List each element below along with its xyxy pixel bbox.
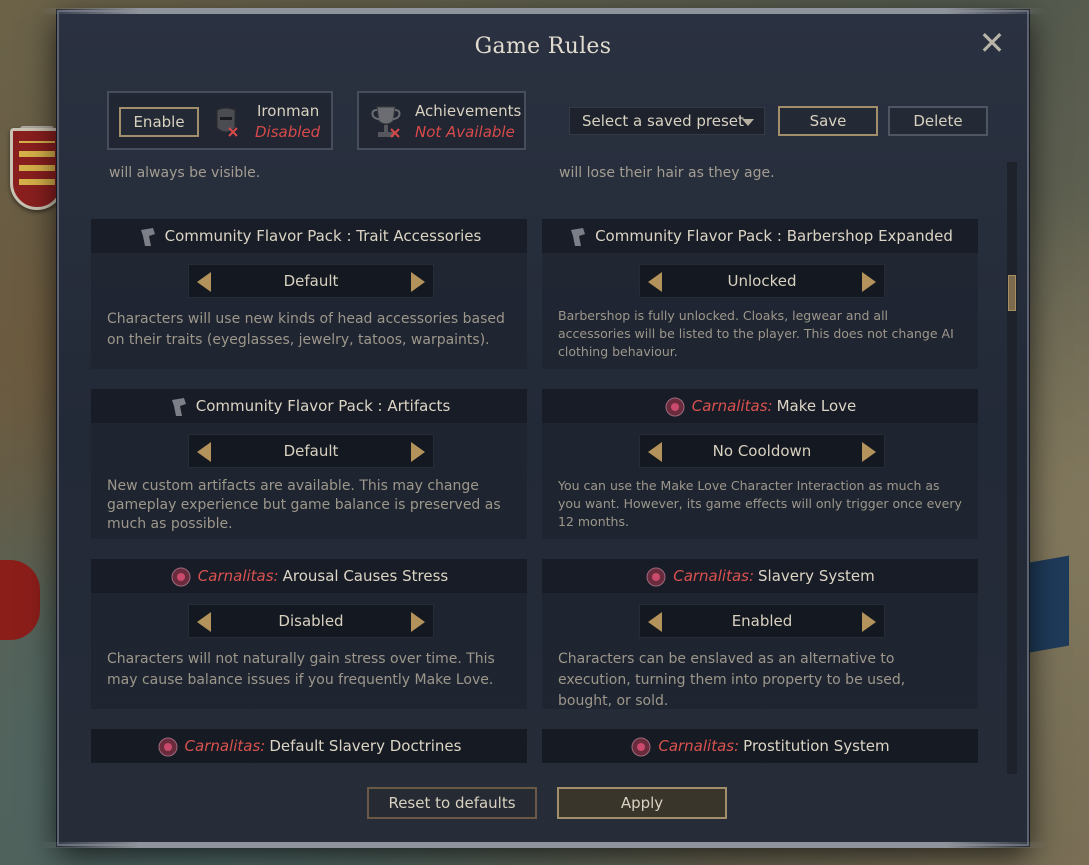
achievements-status: Not Available [415, 123, 515, 141]
rule-title: Community Flavor Pack : Barbershop Expan… [542, 219, 978, 253]
arrow-right-icon[interactable] [411, 612, 425, 632]
window-title: Game Rules [474, 34, 612, 59]
rule-value: Enabled [731, 612, 793, 630]
coat-of-arms-icon[interactable] [10, 128, 64, 210]
rule-title-text: Community Flavor Pack : Artifacts [195, 397, 451, 415]
flavor-pack-icon [140, 227, 155, 246]
rule-mod-prefix: Carnalitas: [197, 567, 279, 585]
rule-title: Carnalitas: Arousal Causes Stress [91, 559, 527, 593]
chevron-down-icon [742, 119, 754, 126]
close-button[interactable]: ✕ [977, 27, 1007, 59]
cut-off-description: will lose their hair as they age. [559, 165, 775, 181]
enable-ironman-button[interactable]: Enable [119, 107, 199, 137]
rule-value-stepper: Default [188, 264, 434, 298]
arrow-left-icon[interactable] [648, 442, 662, 462]
rule-mod-prefix: Carnalitas: [691, 397, 773, 415]
arrow-right-icon[interactable] [862, 442, 876, 462]
rule-description: New custom artifacts are available. This… [107, 478, 501, 532]
rule-mod-prefix: Carnalitas: [673, 567, 755, 585]
ironman-label: Ironman [257, 102, 320, 120]
arrow-right-icon[interactable] [411, 442, 425, 462]
rule-mod-prefix: Carnalitas: [658, 737, 740, 755]
delete-preset-button[interactable]: Delete [888, 106, 988, 136]
rule-title-text: Default Slavery Doctrines [269, 737, 462, 755]
save-preset-button[interactable]: Save [778, 106, 878, 136]
apply-button[interactable]: Apply [557, 787, 727, 819]
arrow-left-icon[interactable] [648, 612, 662, 632]
arrow-left-icon[interactable] [197, 442, 211, 462]
rule-value: Disabled [278, 612, 344, 630]
arrow-right-icon[interactable] [411, 272, 425, 292]
scrollbar-thumb[interactable] [1008, 275, 1016, 311]
rule-title: Carnalitas: Make Love [542, 389, 978, 423]
rule-title-text: Prostitution System [743, 737, 890, 755]
rule-description: Characters can be enslaved as an alterna… [558, 651, 906, 709]
rule-title-text: Make Love [776, 397, 857, 415]
rule-arousal-causes-stress: Carnalitas: Arousal Causes Stress Disable… [91, 559, 527, 709]
preset-dropdown[interactable]: Select a saved preset [569, 107, 765, 135]
reset-to-defaults-button[interactable]: Reset to defaults [367, 787, 537, 819]
rule-value-stepper: No Cooldown [639, 434, 885, 468]
rule-value: Default [283, 442, 339, 460]
arrow-left-icon[interactable] [197, 612, 211, 632]
ironman-panel: Enable Ironman Disabled [107, 91, 333, 150]
arrow-right-icon[interactable] [862, 612, 876, 632]
carnalitas-icon [158, 737, 178, 756]
achievements-panel: Achievements Not Available [357, 91, 526, 150]
rule-mod-prefix: Carnalitas: [184, 737, 266, 755]
rule-slavery-system: Carnalitas: Slavery System Enabled Charac… [542, 559, 978, 709]
rule-value: No Cooldown [712, 442, 812, 460]
rule-description: Characters will not naturally gain stres… [107, 651, 495, 688]
rule-barbershop-expanded: Community Flavor Pack : Barbershop Expan… [542, 219, 978, 369]
trophy-icon [371, 106, 401, 138]
rule-title: Community Flavor Pack : Trait Accessorie… [91, 219, 527, 253]
rule-value-stepper: Disabled [188, 604, 434, 638]
rule-title: Carnalitas: Default Slavery Doctrines [91, 729, 527, 763]
rule-description: Characters will use new kinds of head ac… [107, 311, 505, 348]
map-banner [0, 560, 40, 640]
rule-default-slavery-doctrines: Carnalitas: Default Slavery Doctrines [91, 729, 527, 763]
rule-trait-accessories: Community Flavor Pack : Trait Accessorie… [91, 219, 527, 369]
preset-placeholder: Select a saved preset [582, 112, 744, 130]
carnalitas-icon [631, 737, 651, 756]
rule-title: Community Flavor Pack : Artifacts [91, 389, 527, 423]
rule-artifacts: Community Flavor Pack : Artifacts Defaul… [91, 389, 527, 539]
rule-description: Barbershop is fully unlocked. Cloaks, le… [558, 308, 954, 359]
flavor-pack-icon [571, 227, 586, 246]
arrow-right-icon[interactable] [862, 272, 876, 292]
carnalitas-icon [646, 567, 666, 586]
achievements-label: Achievements [415, 102, 522, 120]
rule-description: You can use the Make Love Character Inte… [558, 478, 962, 529]
rule-make-love: Carnalitas: Make Love No Cooldown You can… [542, 389, 978, 539]
game-rules-window: Game Rules ✕ Enable Ironman Disabled Ach… [39, 8, 1047, 848]
carnalitas-icon [665, 397, 685, 416]
arrow-left-icon[interactable] [197, 272, 211, 292]
rule-value-stepper: Default [188, 434, 434, 468]
cut-off-description: will always be visible. [109, 165, 261, 181]
rule-value-stepper: Enabled [639, 604, 885, 638]
rule-title-text: Arousal Causes Stress [282, 567, 449, 585]
rule-title-text: Slavery System [758, 567, 875, 585]
rule-value: Default [283, 272, 339, 290]
rule-value-stepper: Unlocked [639, 264, 885, 298]
flavor-pack-icon [171, 397, 186, 416]
rules-scrollbar[interactable] [1007, 162, 1017, 774]
arrow-left-icon[interactable] [648, 272, 662, 292]
rule-title-text: Community Flavor Pack : Trait Accessorie… [164, 227, 482, 245]
rule-title: Carnalitas: Slavery System [542, 559, 978, 593]
rule-title: Carnalitas: Prostitution System [542, 729, 978, 763]
rule-value: Unlocked [727, 272, 797, 290]
ironman-helmet-icon [216, 107, 238, 137]
rule-prostitution-system: Carnalitas: Prostitution System [542, 729, 978, 763]
rules-list[interactable]: will always be visible. Community Flavor… [87, 162, 1007, 774]
ironman-status: Disabled [255, 123, 321, 141]
carnalitas-icon [171, 567, 191, 586]
rule-title-text: Community Flavor Pack : Barbershop Expan… [595, 227, 953, 245]
